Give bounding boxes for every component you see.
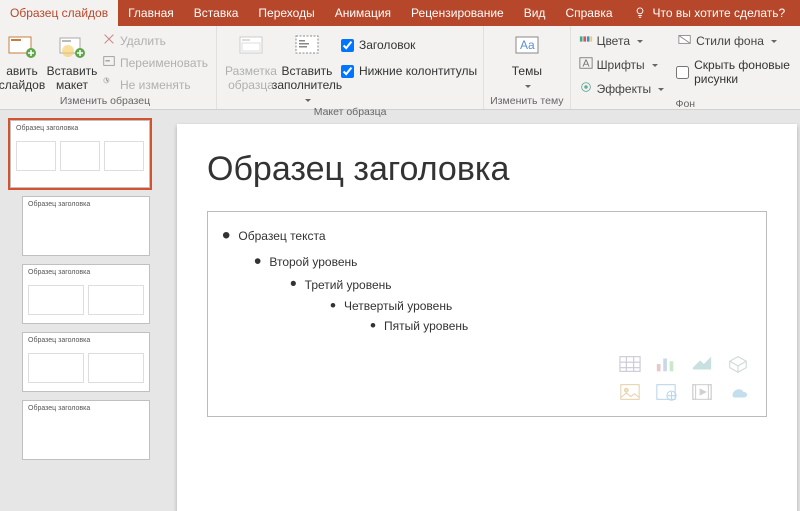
- chevron-down-icon: [522, 78, 531, 92]
- thumbnail-layout[interactable]: Образец заголовка: [22, 264, 150, 324]
- thumbnail-title: Образец заголовка: [28, 337, 144, 344]
- tab-home[interactable]: Главная: [118, 0, 184, 26]
- bullet-level-2[interactable]: Второй уровень: [254, 250, 752, 274]
- effects-button[interactable]: Эффекты: [577, 79, 667, 98]
- title-placeholder[interactable]: Образец заголовка: [207, 150, 767, 189]
- group-edit-theme: Aa Темы Изменить тему: [484, 26, 570, 109]
- hide-background-checkbox[interactable]: Скрыть фоновые рисунки: [676, 56, 794, 88]
- insert-smartart-icon[interactable]: [690, 354, 714, 374]
- master-layout-button[interactable]: Разметка образца: [223, 28, 279, 93]
- rename-icon: [102, 54, 116, 71]
- bullet-level-5[interactable]: Пятый уровень: [370, 316, 752, 336]
- fonts-icon: A: [579, 56, 593, 73]
- insert-placeholder-label: Вставить заполнитель: [272, 65, 342, 106]
- group-edit-theme-label: Изменить тему: [490, 95, 563, 109]
- footers-checkbox-label: Нижние колонтитулы: [359, 64, 477, 78]
- tab-slide-master[interactable]: Образец слайдов: [0, 0, 118, 26]
- insert-chart-icon[interactable]: [654, 354, 678, 374]
- insert-video-icon[interactable]: [690, 382, 714, 402]
- thumbnail-title: Образец заголовка: [16, 125, 144, 132]
- content-placeholder-icons: [618, 354, 752, 404]
- insert-placeholder-button[interactable]: Вставить заполнитель: [279, 28, 335, 106]
- effects-label: Эффекты: [597, 82, 652, 96]
- insert-3d-model-icon[interactable]: [726, 354, 750, 374]
- insert-layout-button[interactable]: Вставить макет: [44, 28, 100, 93]
- fonts-button[interactable]: A Шрифты: [577, 55, 667, 74]
- tab-view[interactable]: Вид: [514, 0, 556, 26]
- lightbulb-icon: [633, 5, 647, 22]
- group-master-layout: Разметка образца Вставить заполнитель За…: [217, 26, 484, 109]
- insert-icon-icon[interactable]: [726, 382, 750, 402]
- background-styles-label: Стили фона: [696, 34, 764, 48]
- title-checkbox[interactable]: Заголовок: [341, 36, 477, 54]
- svg-text:A: A: [582, 58, 589, 70]
- tab-help[interactable]: Справка: [555, 0, 622, 26]
- group-edit-master-label: Изменить образец: [60, 95, 150, 109]
- slide-canvas[interactable]: Образец заголовка Образец текста Второй …: [160, 110, 800, 511]
- insert-online-picture-icon[interactable]: [654, 382, 678, 402]
- thumbnail-title: Образец заголовка: [28, 201, 144, 208]
- rename-button[interactable]: Переименовать: [100, 53, 210, 72]
- preserve-button[interactable]: Не изменять: [100, 75, 210, 94]
- insert-slide-master-button[interactable]: авить слайдов: [0, 28, 44, 93]
- title-checkbox-label: Заголовок: [359, 38, 415, 52]
- themes-icon: Aa: [511, 31, 543, 63]
- workspace: Образец заголовка Образец заголовка Обра…: [0, 110, 800, 511]
- insert-table-icon[interactable]: [618, 354, 642, 374]
- group-edit-master: авить слайдов Вставить макет Удалить Пер…: [0, 26, 217, 109]
- background-styles-button[interactable]: Стили фона: [676, 31, 794, 50]
- tell-me-search[interactable]: Что вы хотите сделать?: [623, 5, 796, 22]
- footers-checkbox[interactable]: Нижние колонтитулы: [341, 62, 477, 80]
- bullet-level-1[interactable]: Образец текста: [222, 222, 752, 250]
- delete-button[interactable]: Удалить: [100, 31, 210, 50]
- slide-master[interactable]: Образец заголовка Образец текста Второй …: [177, 124, 797, 511]
- ribbon: авить слайдов Вставить макет Удалить Пер…: [0, 26, 800, 110]
- thumbnail-title: Образец заголовка: [28, 405, 144, 412]
- thumbnail-panel[interactable]: Образец заголовка Образец заголовка Обра…: [0, 110, 160, 511]
- hide-background-checkbox-input[interactable]: [676, 66, 689, 79]
- themes-label: Темы: [512, 65, 542, 93]
- themes-button[interactable]: Aa Темы: [503, 28, 551, 93]
- tab-insert[interactable]: Вставка: [184, 0, 249, 26]
- insert-slide-master-label: авить слайдов: [0, 65, 45, 93]
- delete-label: Удалить: [120, 34, 166, 48]
- insert-layout-label: Вставить макет: [47, 65, 98, 93]
- ribbon-tab-bar: Образец слайдов Главная Вставка Переходы…: [0, 0, 800, 26]
- content-placeholder[interactable]: Образец текста Второй уровень Третий уро…: [207, 211, 767, 417]
- slide-master-icon: [6, 31, 38, 63]
- preserve-icon: [102, 76, 116, 93]
- insert-picture-icon[interactable]: [618, 382, 642, 402]
- tab-animations[interactable]: Анимация: [325, 0, 401, 26]
- tab-review[interactable]: Рецензирование: [401, 0, 514, 26]
- hide-background-checkbox-label: Скрыть фоновые рисунки: [694, 58, 794, 86]
- delete-icon: [102, 32, 116, 49]
- background-styles-icon: [678, 32, 692, 49]
- master-layout-icon: [235, 31, 267, 63]
- group-background: Цвета A Шрифты Эффекты Стили фона: [571, 26, 800, 109]
- thumbnail-master[interactable]: Образец заголовка: [10, 120, 150, 188]
- bullet-level-4[interactable]: Четвертый уровень: [330, 296, 752, 316]
- fonts-label: Шрифты: [597, 58, 645, 72]
- thumbnail-layout[interactable]: Образец заголовка: [22, 332, 150, 392]
- chevron-down-icon: [302, 92, 311, 106]
- colors-label: Цвета: [597, 34, 630, 48]
- thumbnail-layout[interactable]: Образец заголовка: [22, 196, 150, 256]
- effects-icon: [579, 80, 593, 97]
- tab-transitions[interactable]: Переходы: [248, 0, 324, 26]
- colors-button[interactable]: Цвета: [577, 31, 667, 50]
- insert-layout-icon: [56, 31, 88, 63]
- thumbnail-layout[interactable]: Образец заголовка: [22, 400, 150, 460]
- master-layout-label: Разметка образца: [225, 65, 277, 93]
- svg-text:Aa: Aa: [520, 38, 535, 52]
- tell-me-placeholder: Что вы хотите сделать?: [653, 6, 786, 20]
- colors-icon: [579, 32, 593, 49]
- insert-placeholder-icon: [291, 31, 323, 63]
- rename-label: Переименовать: [120, 56, 208, 70]
- footers-checkbox-input[interactable]: [341, 65, 354, 78]
- preserve-label: Не изменять: [120, 78, 191, 92]
- bullet-level-3[interactable]: Третий уровень: [290, 274, 752, 296]
- title-checkbox-input[interactable]: [341, 39, 354, 52]
- thumbnail-title: Образец заголовка: [28, 269, 144, 276]
